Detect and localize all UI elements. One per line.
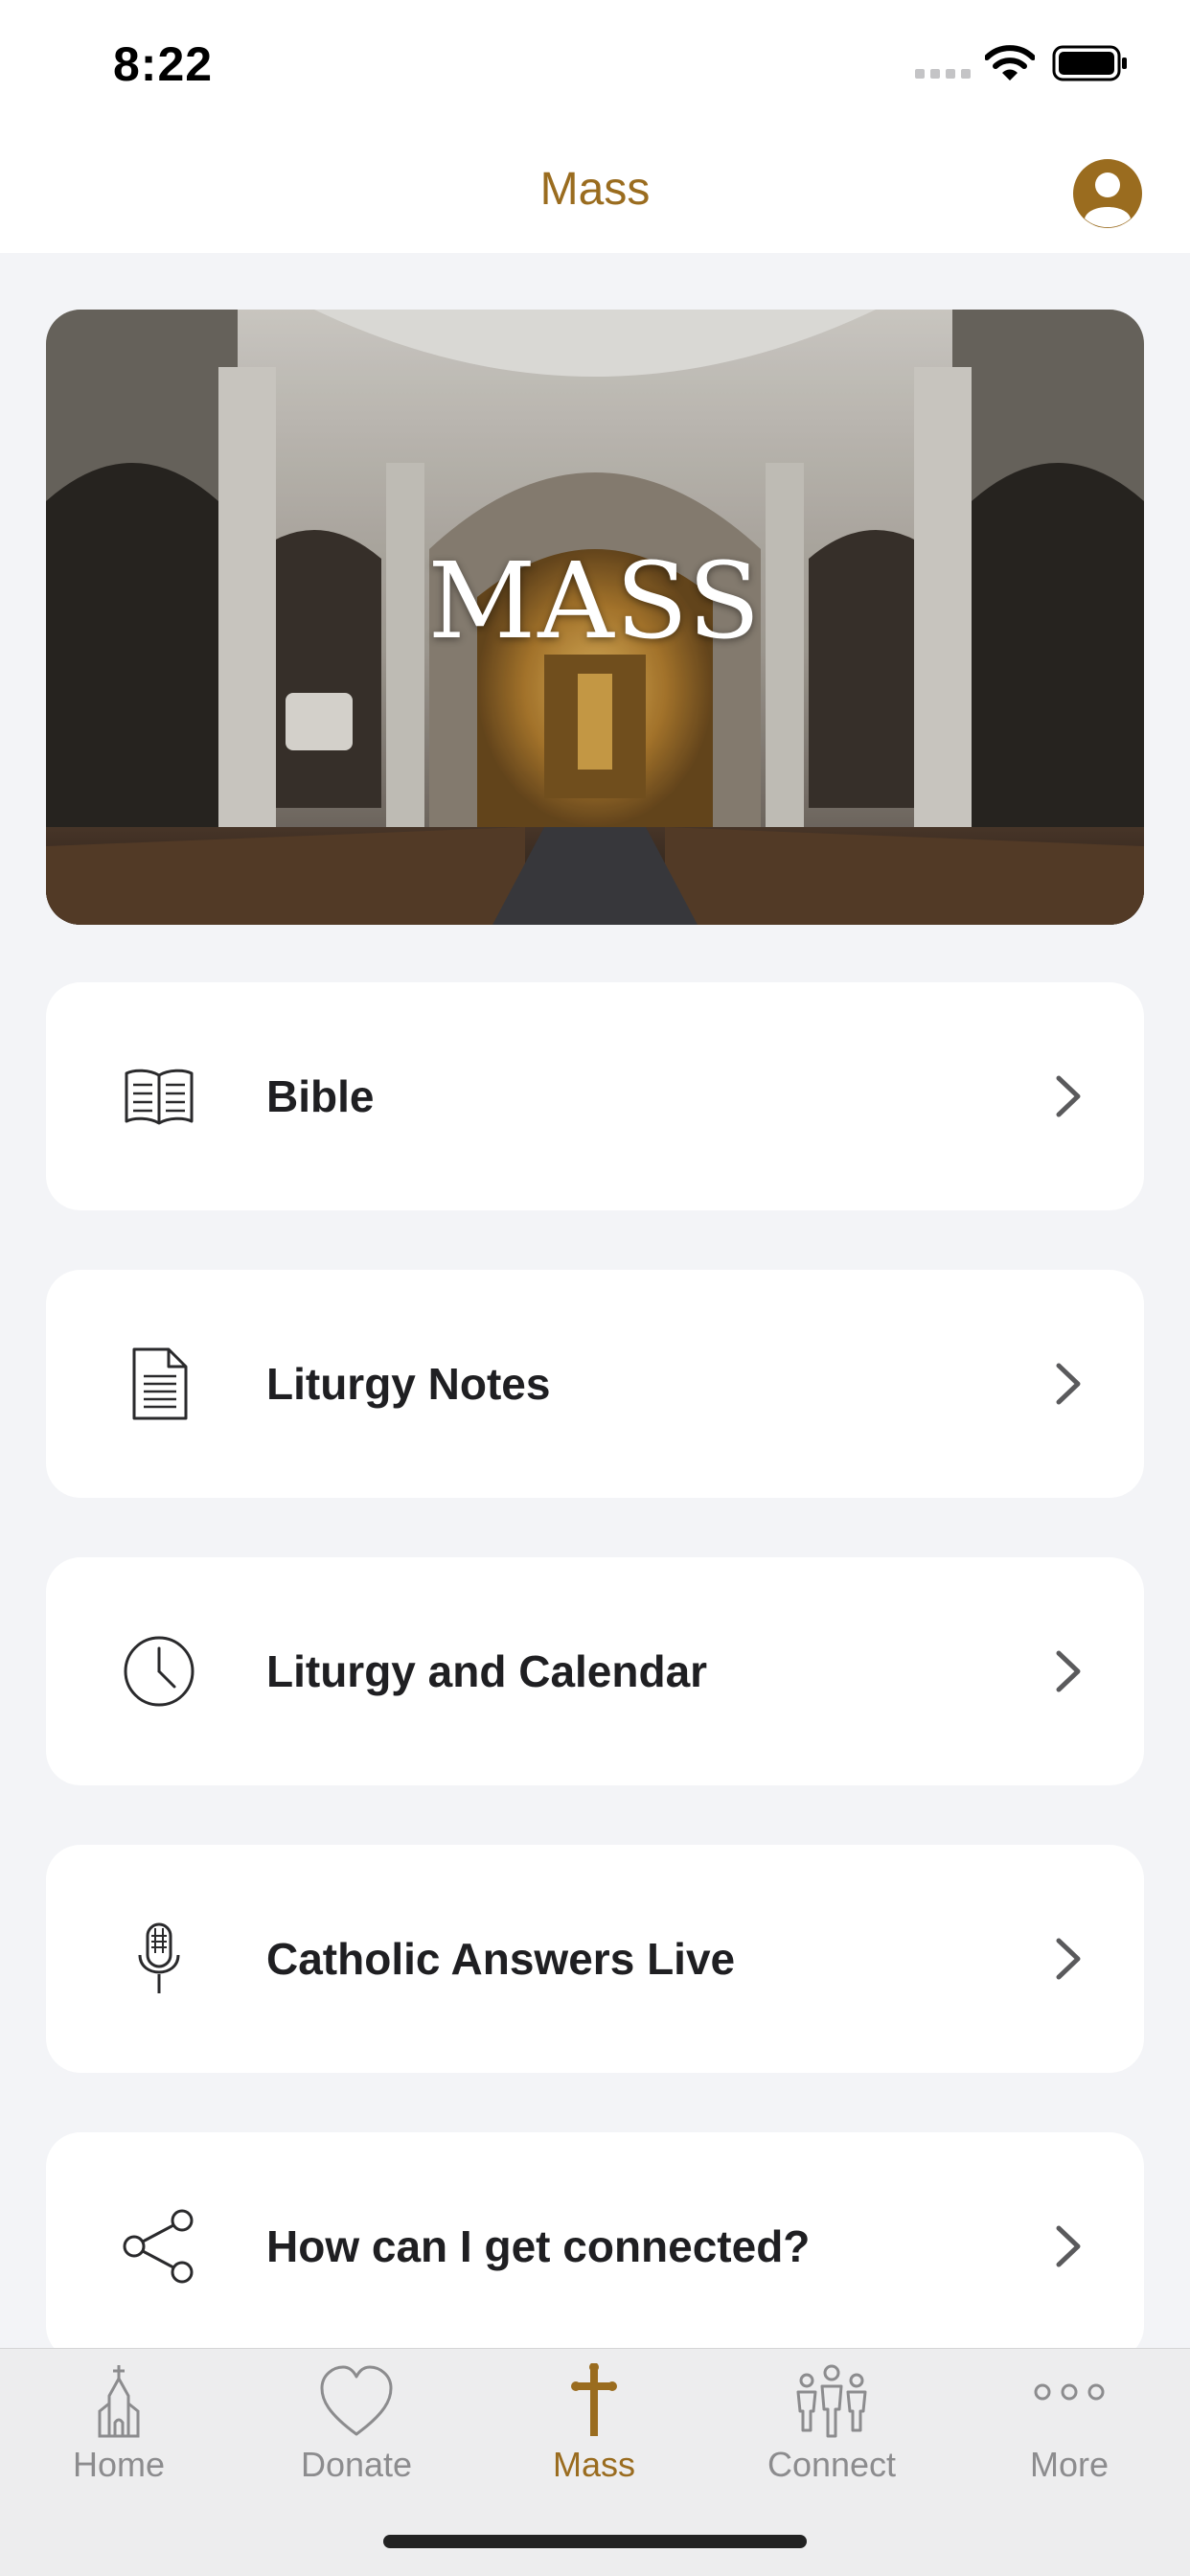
nav-header: Mass (0, 126, 1190, 253)
menu-item-catholic-answers-live[interactable]: Catholic Answers Live (46, 1845, 1144, 2073)
tab-label: Home (72, 2445, 166, 2484)
microphone-icon (138, 1922, 180, 1993)
status-time: 8:22 (113, 37, 214, 91)
tab-donate[interactable]: Donate (238, 2349, 475, 2512)
profile-button[interactable] (1073, 159, 1142, 228)
church-icon (98, 2365, 140, 2438)
share-icon (123, 2209, 194, 2284)
person-circle-icon (1085, 172, 1131, 228)
heart-icon (320, 2365, 393, 2436)
status-bar: 8:22 (0, 0, 1190, 126)
tab-connect[interactable]: Connect (713, 2349, 950, 2512)
menu-item-label: How can I get connected? (266, 2221, 811, 2271)
wifi-icon (985, 45, 1035, 80)
menu-item-label: Liturgy and Calendar (266, 1646, 708, 1696)
tab-label: Connect (767, 2445, 897, 2484)
tab-mass[interactable]: Mass (475, 2349, 713, 2512)
menu-item-label: Catholic Answers Live (266, 1934, 736, 1984)
chevron-right-icon (1056, 1650, 1081, 1692)
document-icon (132, 1347, 188, 1420)
menu-item-label: Liturgy Notes (266, 1359, 551, 1409)
chevron-right-icon (1056, 2225, 1081, 2267)
menu-item-label: Bible (266, 1071, 375, 1121)
menu-item-liturgy-calendar[interactable]: Liturgy and Calendar (46, 1557, 1144, 1785)
chevron-right-icon (1056, 1938, 1081, 1980)
tab-home[interactable]: Home (0, 2349, 238, 2512)
open-book-icon (125, 1069, 194, 1125)
menu-item-get-connected[interactable]: How can I get connected? (46, 2132, 1144, 2360)
home-indicator[interactable] (383, 2535, 807, 2548)
cross-icon (571, 2363, 617, 2436)
cellular-signal-icon (915, 69, 971, 79)
more-dots-icon (1034, 2383, 1105, 2401)
chevron-right-icon (1056, 1075, 1081, 1117)
hero-title: MASS (427, 540, 763, 662)
hero-banner: MASS (46, 310, 1144, 925)
menu-item-bible[interactable]: Bible (46, 982, 1144, 1210)
tab-label: More (1029, 2445, 1110, 2484)
clock-icon (124, 1636, 195, 1707)
page-title: Mass (539, 164, 651, 215)
tab-label: Mass (552, 2445, 635, 2484)
menu-item-liturgy-notes[interactable]: Liturgy Notes (46, 1270, 1144, 1498)
chevron-right-icon (1056, 1363, 1081, 1405)
battery-icon (1052, 45, 1127, 81)
tab-label: Donate (300, 2445, 413, 2484)
tab-more[interactable]: More (950, 2349, 1188, 2512)
people-icon (796, 2364, 867, 2438)
